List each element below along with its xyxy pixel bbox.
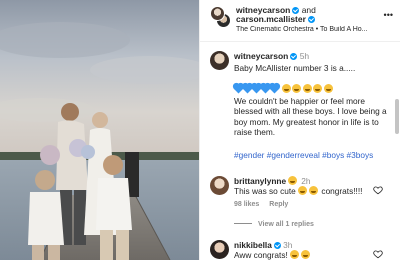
- smiling-face-icon: [313, 84, 323, 93]
- smiling-face-icon: [281, 84, 291, 93]
- blue-heart-icon: [269, 83, 280, 94]
- username-link[interactable]: witneycarson: [234, 51, 288, 61]
- likes-count[interactable]: 98 likes: [234, 201, 259, 208]
- music-link[interactable]: The Cinematic Orchestra • To Build A Ho.…: [236, 26, 394, 33]
- timestamp: 2h: [301, 176, 311, 186]
- heart-like-icon[interactable]: [373, 249, 383, 259]
- smiling-face-icon: [323, 84, 333, 93]
- post-photo[interactable]: [0, 0, 199, 260]
- comment-text-start: Aww congrats!: [234, 250, 288, 260]
- heart-like-icon[interactable]: [373, 185, 383, 195]
- divider: [234, 223, 252, 224]
- comment-text-end: congrats!!!!: [321, 186, 363, 196]
- comment-meta: 98 likes Reply: [234, 201, 288, 208]
- reply-button[interactable]: Reply: [269, 201, 288, 208]
- smiling-face-icon: [298, 186, 308, 195]
- view-replies-button[interactable]: View all 1 replies: [234, 221, 314, 228]
- smiling-face-icon: [292, 84, 302, 93]
- avatar[interactable]: [210, 51, 229, 70]
- username-link[interactable]: brittanylynne: [234, 176, 286, 186]
- smiling-face-icon: [288, 176, 298, 185]
- header-collab-line: carson.mcallister: [236, 14, 315, 24]
- avatar[interactable]: [210, 6, 225, 21]
- caption-body: We couldn't be happier or feel more bles…: [234, 96, 387, 137]
- username-link[interactable]: nikkibella: [234, 240, 272, 250]
- username-link[interactable]: carson.mcallister: [236, 14, 306, 24]
- comment-header: brittanylynne 2h: [234, 176, 310, 186]
- smiling-face-icon: [308, 186, 318, 195]
- post-photo-image: [0, 0, 199, 260]
- caption-header: witneycarson 5h: [234, 51, 309, 61]
- verified-badge-icon: [273, 242, 281, 249]
- scrollbar[interactable]: [395, 99, 399, 134]
- emoji-row: [233, 83, 334, 94]
- caption-line: Baby McAllister number 3 is a.....: [234, 63, 356, 73]
- timestamp: 3h: [283, 240, 293, 250]
- hashtag-links[interactable]: #gender #genderreveal #boys #3boys: [234, 150, 373, 160]
- avatar[interactable]: [210, 240, 229, 259]
- post-header: witneycarson and carson.mcallister The C…: [200, 0, 400, 42]
- smiling-face-icon: [302, 84, 312, 93]
- comment-header: nikkibella 3h: [234, 240, 292, 250]
- smiling-face-icon: [300, 250, 310, 259]
- verified-badge-icon: [290, 53, 298, 60]
- comment-text: Aww congrats!: [234, 250, 311, 260]
- verified-badge-icon: [292, 7, 300, 14]
- avatar[interactable]: [210, 176, 229, 195]
- verified-badge-icon: [307, 16, 315, 23]
- smiling-face-icon: [290, 250, 300, 259]
- timestamp: 5h: [299, 51, 310, 61]
- comment-text: This was so cute congrats!!!!: [234, 186, 362, 196]
- comments-scroll-area[interactable]: witneycarson 5h Baby McAllister number 3…: [200, 43, 400, 260]
- more-options-icon[interactable]: •••: [384, 10, 393, 20]
- post-details-panel: witneycarson and carson.mcallister The C…: [199, 0, 400, 260]
- view-replies-label: View all 1 replies: [258, 221, 314, 228]
- comment-text-start: This was so cute: [234, 186, 296, 196]
